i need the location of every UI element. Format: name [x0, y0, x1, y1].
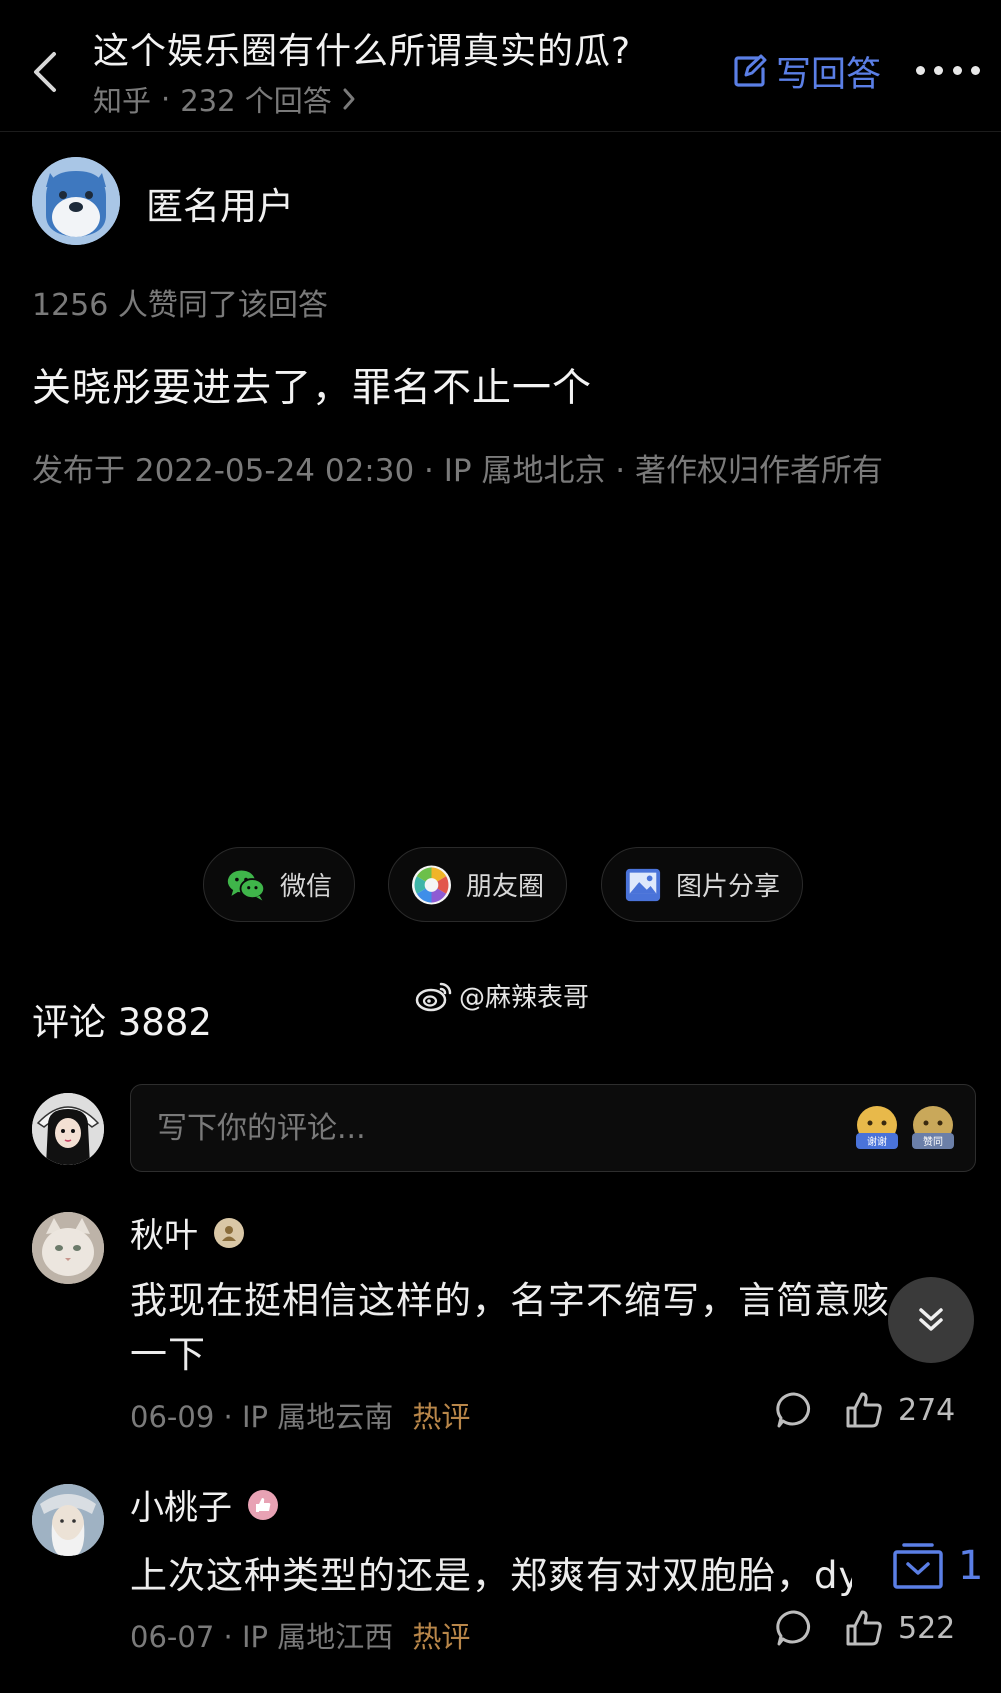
anonymous-avatar[interactable] — [32, 157, 120, 245]
like-count: 522 — [898, 1610, 956, 1646]
commenter-name-text: 秋叶 — [130, 1216, 198, 1256]
hot-comment-tag: 热评 — [412, 1400, 471, 1434]
commenter-avatar[interactable] — [32, 1484, 104, 1556]
more-dots-icon[interactable] — [916, 55, 980, 85]
comment-location: IP 属地江西 — [241, 1620, 394, 1654]
comment-bubble-icon[interactable] — [774, 1390, 814, 1430]
separator-dot: · — [223, 1620, 242, 1654]
comment-meta: 06-07 · IP 属地江西 热评 — [130, 1614, 470, 1656]
write-answer-label: 写回答 — [776, 54, 882, 95]
thumbs-up-icon — [846, 1392, 882, 1428]
share-wechat-button[interactable]: 微信 — [203, 847, 355, 922]
comment-location: IP 属地云南 — [241, 1400, 394, 1434]
dot — [952, 65, 962, 75]
comment-date: 06-07 — [130, 1620, 215, 1654]
character-avatar-image — [32, 1484, 104, 1556]
anonymous-mask-icon — [32, 157, 120, 245]
commenter-avatar[interactable] — [32, 1212, 104, 1284]
comment-actions: 274 — [774, 1390, 955, 1430]
comment-meta: 06-09 · IP 属地云南 热评 — [130, 1394, 470, 1436]
collect-button[interactable]: 1 — [892, 1542, 983, 1590]
dot — [916, 65, 925, 75]
comment-input[interactable] — [157, 1105, 757, 1151]
separator-dot: · — [161, 82, 171, 116]
thanks-sticker-icon[interactable]: 谢谢 — [853, 1103, 901, 1155]
write-answer-button[interactable]: 写回答 — [732, 48, 882, 95]
double-chevron-down-icon — [919, 1308, 943, 1331]
share-wechat-label: 微信 — [279, 872, 332, 902]
cat-avatar-image — [32, 1212, 104, 1284]
thumbs-up-icon — [846, 1610, 882, 1646]
post-meta: 发布于 2022-05-24 02:30 · IP 属地北京 · 著作权归作者所… — [32, 453, 884, 489]
like-button[interactable]: 274 — [844, 1390, 955, 1430]
my-avatar[interactable] — [32, 1093, 104, 1165]
commenter-name-text: 小桃子 — [130, 1488, 232, 1528]
commenter-name[interactable]: 秋叶 — [130, 1208, 244, 1257]
separator-dot: · — [223, 1400, 242, 1434]
comment-text: 上次这种类型的还是，郑爽有对双胞胎，dy — [130, 1554, 852, 1597]
wechat-icon — [227, 869, 266, 900]
comment-bubble-icon[interactable] — [774, 1608, 814, 1648]
comment-input-box[interactable]: 谢谢 赞同 — [130, 1084, 976, 1172]
svg-text:赞同: 赞同 — [923, 1135, 943, 1148]
share-moments-label: 朋友圈 — [465, 872, 544, 902]
comment-date: 06-09 — [130, 1400, 215, 1434]
commenter-name[interactable]: 小桃子 — [130, 1480, 278, 1529]
collect-count: 1 — [958, 1543, 984, 1589]
share-image-button[interactable]: 图片分享 — [601, 847, 803, 922]
weibo-icon — [415, 982, 452, 1011]
comment-actions: 522 — [774, 1608, 955, 1648]
answers-count: 232 个回答 — [180, 84, 332, 118]
question-subtitle[interactable]: 知乎 · 232 个回答 — [93, 78, 356, 120]
hot-comment-tag: 热评 — [412, 1620, 471, 1654]
chevron-left-icon — [34, 52, 56, 92]
answer-body: 关晓彤要进去了，罪名不止一个 — [32, 366, 593, 411]
moments-icon — [411, 864, 452, 905]
watermark-text: @麻辣表哥 — [459, 983, 590, 1013]
weibo-watermark: @麻辣表哥 — [415, 977, 589, 1014]
image-icon — [625, 868, 661, 901]
thumbs-up-badge-icon — [248, 1489, 278, 1520]
like-count: 274 — [898, 1392, 956, 1428]
dot — [970, 65, 980, 75]
scroll-down-button[interactable] — [888, 1277, 974, 1363]
user-avatar-image — [32, 1093, 104, 1165]
agree-sticker-icon[interactable]: 赞同 — [909, 1103, 957, 1155]
share-moments-button[interactable]: 朋友圈 — [388, 847, 567, 922]
like-button[interactable]: 522 — [844, 1608, 955, 1648]
comment-text-continued: 一下 — [130, 1333, 206, 1376]
edit-icon — [734, 54, 767, 87]
back-button[interactable] — [30, 48, 60, 96]
user-badge-icon — [214, 1217, 244, 1248]
author-name[interactable]: 匿名用户 — [146, 176, 294, 230]
comments-heading: 评论 3882 — [32, 1001, 212, 1044]
svg-text:谢谢: 谢谢 — [867, 1135, 887, 1148]
comment-text: 我现在挺相信这样的，名字不缩写，言简意赅， — [130, 1279, 928, 1322]
dot — [934, 65, 944, 75]
source-label: 知乎 — [93, 84, 152, 118]
share-image-label: 图片分享 — [675, 872, 780, 902]
collect-icon — [893, 1543, 943, 1589]
question-title[interactable]: 这个娱乐圈有什么所谓真实的瓜? — [93, 22, 631, 74]
chevron-right-icon — [343, 88, 355, 110]
upvote-count: 1256 人赞同了该回答 — [32, 288, 328, 323]
